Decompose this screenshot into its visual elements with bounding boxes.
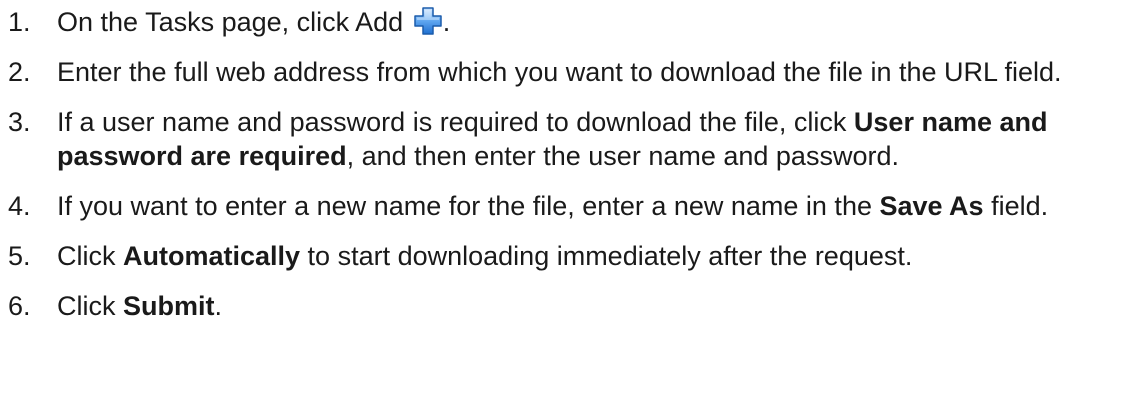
step-number: 3. (8, 107, 31, 137)
step-text: . (214, 291, 223, 321)
step-text: Click (57, 241, 123, 271)
step-6: 6. Click Submit. (8, 289, 1132, 323)
step-text: On the Tasks page, click Add (57, 7, 411, 37)
step-3: 3. If a user name and password is requir… (8, 105, 1132, 173)
step-text: If a user name and password is required … (57, 107, 854, 137)
step-text: Click (57, 291, 123, 321)
step-text: field. (983, 191, 1049, 221)
step-number: 6. (8, 291, 31, 321)
step-4: 4. If you want to enter a new name for t… (8, 189, 1132, 223)
step-text: , and then enter the user name and passw… (346, 141, 899, 171)
add-plus-icon (413, 6, 443, 36)
ui-label-submit: Submit (123, 291, 215, 321)
step-1: 1. On the Tasks page, click Add . (8, 5, 1132, 39)
step-text: If you want to enter a new name for the … (57, 191, 880, 221)
step-number: 5. (8, 241, 31, 271)
ui-label-automatically: Automatically (123, 241, 301, 271)
step-number: 2. (8, 57, 31, 87)
step-number: 4. (8, 191, 31, 221)
step-2: 2. Enter the full web address from which… (8, 55, 1132, 89)
step-5: 5. Click Automatically to start download… (8, 239, 1132, 273)
step-text-end: . (442, 7, 451, 37)
step-text: Enter the full web address from which yo… (57, 57, 1062, 87)
step-number: 1. (8, 7, 31, 37)
ui-label-save-as: Save As (879, 191, 984, 221)
step-text: to start downloading immediately after t… (300, 241, 913, 271)
instruction-steps: 1. On the Tasks page, click Add . 2. Ent… (8, 5, 1132, 323)
